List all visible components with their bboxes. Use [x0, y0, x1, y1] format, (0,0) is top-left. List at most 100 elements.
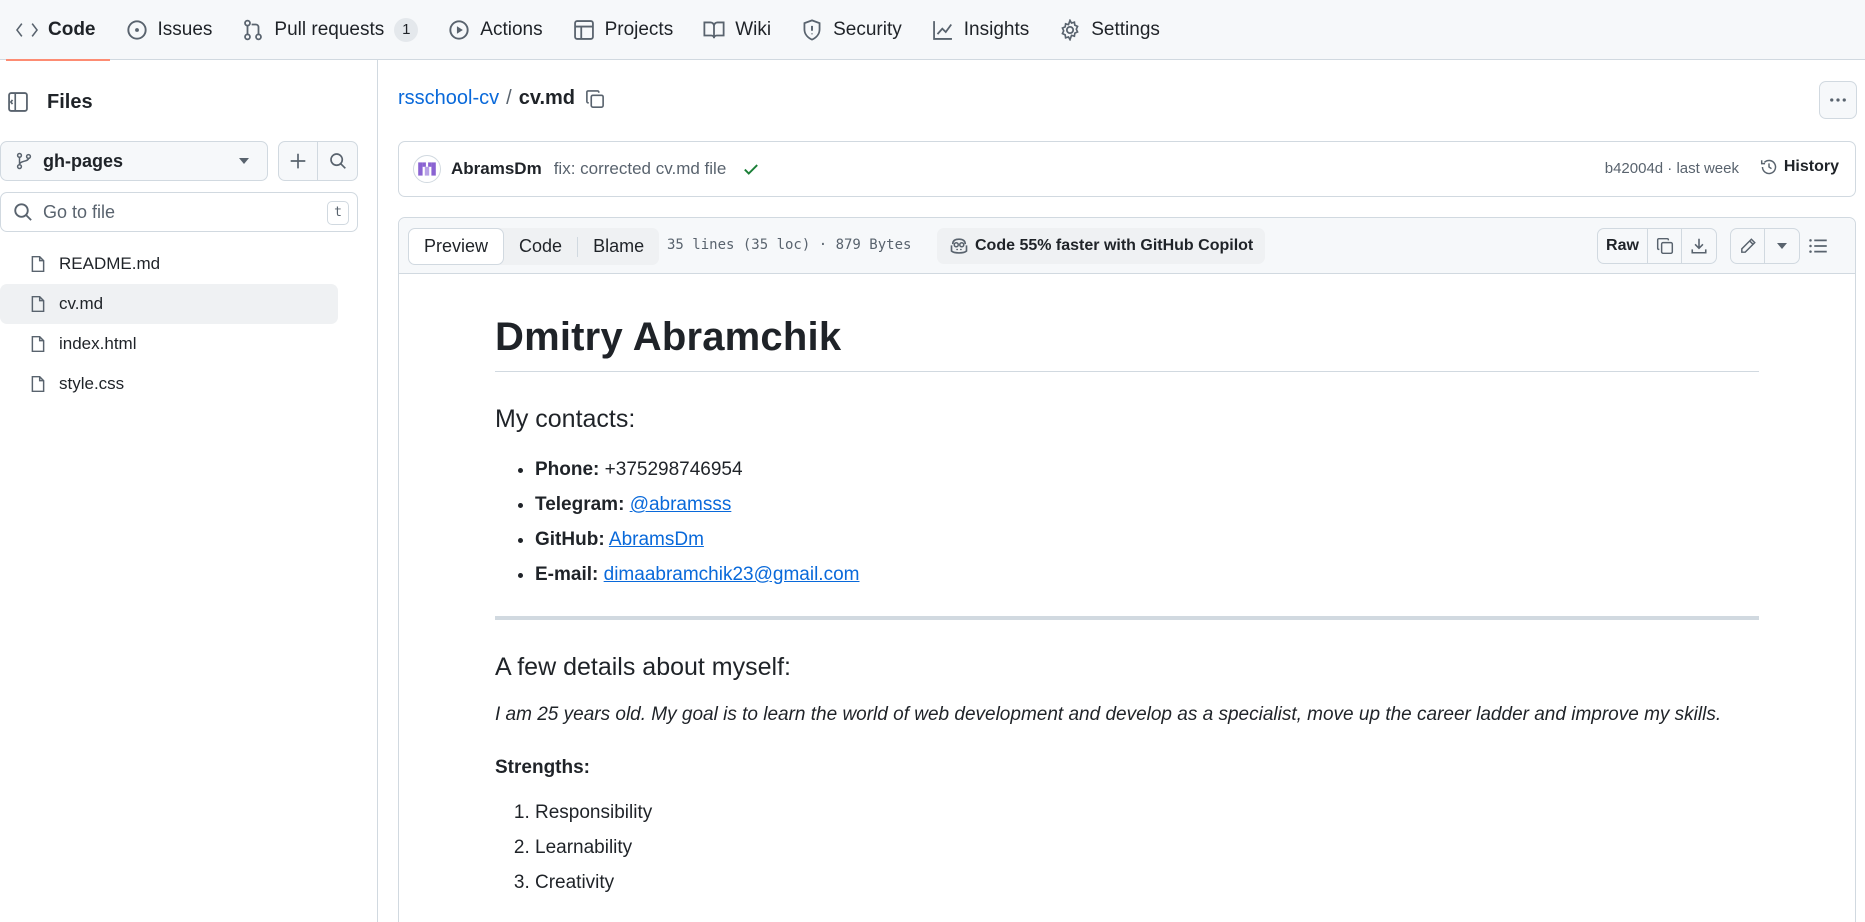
list-item: GitHub: AbramsDm [535, 522, 1759, 557]
raw-actions-group: Raw [1597, 228, 1717, 264]
cv-title: Dmitry Abramchik [495, 315, 1759, 372]
file-icon [31, 335, 45, 353]
strengths-list: Responsibility Learnability Creativity [495, 795, 1759, 900]
file-icon [31, 255, 45, 273]
breadcrumb-repo-link[interactable]: rsschool-cv [398, 87, 499, 110]
tab-wiki[interactable]: Wiki [693, 0, 781, 60]
list-unordered-icon [1809, 239, 1827, 253]
contacts-heading: My contacts: [495, 405, 636, 433]
tab-label: Actions [480, 18, 543, 40]
tree-item-style[interactable]: style.css [0, 364, 338, 404]
tab-label: Security [833, 18, 902, 40]
tree-item-cv[interactable]: cv.md [0, 284, 338, 324]
tab-actions[interactable]: Actions [438, 0, 552, 60]
chevron-down-icon [239, 158, 249, 164]
tab-label: Issues [157, 18, 213, 40]
copy-raw-button[interactable] [1648, 229, 1682, 263]
pull-request-icon [244, 19, 263, 40]
file-tree-sidebar: Files gh-pages Go to file t README.md cv… [0, 60, 378, 922]
identicon-icon [418, 162, 436, 176]
search-files-button[interactable] [317, 141, 358, 181]
email-link[interactable]: dimaabramchik23@gmail.com [604, 564, 860, 585]
copilot-icon [950, 238, 968, 254]
copilot-label: Code 55% faster with GitHub Copilot [975, 237, 1254, 254]
download-icon [1691, 238, 1707, 254]
copy-icon[interactable] [585, 89, 605, 109]
history-icon [1760, 159, 1777, 175]
list-item: Creativity [535, 865, 1759, 900]
breadcrumb: rsschool-cv / cv.md [398, 87, 605, 110]
branch-name: gh-pages [43, 150, 124, 171]
telegram-link[interactable]: @abramsss [630, 494, 732, 515]
avatar[interactable] [413, 155, 441, 183]
raw-button[interactable]: Raw [1598, 229, 1648, 263]
tab-projects[interactable]: Projects [563, 0, 684, 60]
pull-request-count: 1 [394, 17, 419, 42]
play-icon [449, 19, 469, 40]
tree-item-label: style.css [59, 374, 125, 393]
file-header: Preview Code Blame 35 lines (35 loc) · 8… [399, 218, 1855, 274]
view-mode-segmented-control: Preview Code Blame [408, 228, 660, 265]
github-link[interactable]: AbramsDm [609, 529, 704, 550]
contact-label: Telegram: [535, 494, 625, 515]
tree-item-label: README.md [59, 254, 161, 273]
issue-icon [126, 19, 147, 40]
sidebar-collapse-icon [8, 92, 28, 112]
commit-hash-and-date[interactable]: b42004d · last week [1605, 160, 1739, 177]
history-button[interactable]: History [1760, 158, 1839, 176]
branch-select-button[interactable]: gh-pages [0, 141, 268, 181]
plus-icon [290, 153, 306, 169]
phone-value: +375298746954 [604, 459, 743, 480]
about-heading: A few details about myself: [495, 653, 791, 681]
tab-insights[interactable]: Insights [922, 0, 1039, 60]
graph-icon [932, 20, 952, 40]
code-tab[interactable]: Code [504, 228, 577, 265]
tree-item-readme[interactable]: README.md [0, 244, 338, 284]
history-label: History [1783, 158, 1839, 175]
edit-file-button[interactable] [1731, 229, 1765, 263]
strengths-label: Strengths: [495, 756, 590, 778]
tab-pull-requests[interactable]: Pull requests 1 [232, 0, 428, 60]
file-line-count: 35 lines (35 loc) · 879 Bytes [667, 237, 912, 253]
keyboard-shortcut-hint: t [327, 201, 349, 225]
kebab-horizontal-icon [1830, 98, 1846, 102]
outline-button[interactable] [1805, 233, 1831, 259]
tab-security[interactable]: Security [791, 0, 912, 60]
tree-item-index[interactable]: index.html [0, 324, 338, 364]
collapse-sidebar-button[interactable] [1, 85, 35, 119]
tree-item-label: index.html [59, 334, 137, 353]
more-options-button[interactable] [1819, 81, 1857, 119]
divider [495, 616, 1759, 620]
edit-dropdown-button[interactable] [1765, 229, 1799, 263]
pencil-icon [1740, 238, 1756, 253]
preview-tab[interactable]: Preview [408, 228, 505, 265]
sidebar-title: Files [47, 90, 93, 113]
check-icon[interactable] [742, 160, 760, 178]
latest-commit-bar: AbramsDm fix: corrected cv.md file b4200… [398, 141, 1856, 197]
edit-actions-group [1730, 228, 1800, 264]
commit-author[interactable]: AbramsDm [451, 159, 542, 179]
blame-tab[interactable]: Blame [578, 228, 659, 265]
tab-issues[interactable]: Issues [116, 0, 223, 60]
tab-settings[interactable]: Settings [1049, 0, 1170, 60]
file-icon [31, 295, 45, 313]
contacts-list: Phone: +375298746954 Telegram: @abramsss… [495, 452, 1759, 592]
breadcrumb-file: cv.md [518, 87, 576, 109]
tree-item-label: cv.md [59, 294, 104, 313]
markdown-body: Dmitry Abramchik My contacts: Phone: +37… [495, 274, 1759, 900]
go-to-file-input[interactable]: Go to file t [0, 192, 358, 232]
download-button[interactable] [1682, 229, 1716, 263]
tab-label: Settings [1091, 18, 1160, 40]
list-item: Learnability [535, 830, 1759, 865]
chevron-down-icon [1777, 243, 1787, 249]
gear-icon [1061, 18, 1079, 41]
list-item: Telegram: @abramsss [535, 487, 1759, 522]
add-file-button[interactable] [278, 141, 318, 181]
tab-label: Code [48, 18, 96, 40]
about-text: I am 25 years old. My goal is to learn t… [495, 704, 1722, 725]
list-item: Phone: +375298746954 [535, 452, 1759, 487]
code-icon [16, 22, 38, 37]
commit-message[interactable]: fix: corrected cv.md file [554, 159, 727, 179]
tab-code[interactable]: Code [6, 0, 109, 61]
copilot-promo-button[interactable]: Code 55% faster with GitHub Copilot [937, 228, 1266, 264]
